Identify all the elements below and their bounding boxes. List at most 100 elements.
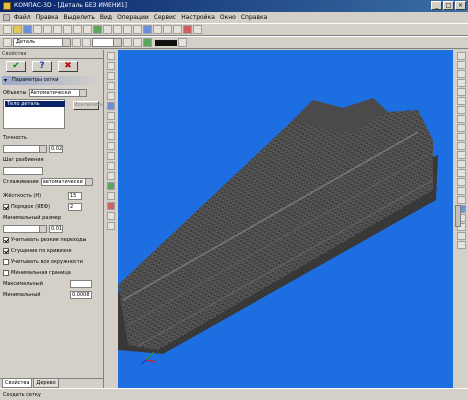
vertical-scrollbar[interactable] — [455, 205, 461, 227]
min-boundary-checkbox[interactable] — [3, 269, 9, 276]
open-folder-icon[interactable] — [13, 25, 22, 34]
help-button[interactable]: ? — [32, 61, 52, 72]
undo-icon[interactable] — [73, 25, 82, 34]
extrude-icon[interactable] — [107, 102, 115, 110]
zoom-in-icon[interactable] — [103, 25, 112, 34]
close-button[interactable]: × — [455, 1, 466, 10]
style-combo[interactable] — [92, 38, 122, 47]
sheet-icon[interactable] — [456, 187, 466, 195]
menu-edit[interactable]: Правка — [36, 12, 59, 23]
play-icon[interactable] — [143, 38, 152, 47]
shaded-icon[interactable] — [153, 25, 162, 34]
tab-properties[interactable]: Свойства — [2, 379, 33, 388]
table-icon[interactable] — [456, 196, 466, 204]
zoom-out-icon[interactable] — [113, 25, 122, 34]
min-size-mode-select[interactable] — [3, 224, 47, 233]
exclude-button[interactable]: Исключить — [73, 101, 103, 110]
view-iso-icon[interactable] — [456, 106, 466, 114]
view-front-icon[interactable] — [456, 52, 466, 60]
print-icon[interactable] — [33, 25, 42, 34]
revolve-icon[interactable] — [107, 112, 115, 120]
hide-icon[interactable] — [456, 115, 466, 123]
properties-icon[interactable] — [193, 25, 202, 34]
sharp-transitions-checkbox[interactable] — [3, 236, 9, 243]
list-item[interactable]: Тело деталь — [5, 101, 65, 107]
menu-window[interactable]: Окно — [220, 12, 236, 23]
delete-icon[interactable] — [107, 202, 115, 210]
select-icon[interactable] — [3, 38, 12, 47]
new-file-icon[interactable] — [3, 25, 12, 34]
shell-icon[interactable] — [107, 142, 115, 150]
menu-view[interactable]: Вид — [100, 12, 112, 23]
rotate-icon[interactable] — [133, 25, 142, 34]
library-icon[interactable] — [456, 232, 466, 240]
minimize-button[interactable]: _ — [431, 1, 442, 10]
material-icon[interactable] — [456, 142, 466, 150]
order-input[interactable]: 2 — [68, 202, 82, 211]
stop-icon[interactable] — [183, 25, 192, 34]
axis-icon[interactable] — [107, 92, 115, 100]
section-title[interactable]: Параметры сетки — [2, 76, 101, 85]
point-icon[interactable] — [107, 52, 115, 60]
zoom-window-icon[interactable] — [456, 178, 466, 186]
layer-icon[interactable] — [72, 38, 81, 47]
show-icon[interactable] — [456, 124, 466, 132]
tab-tree[interactable]: Дерево — [33, 379, 59, 388]
sweep-icon[interactable] — [107, 122, 115, 130]
orientation-icon[interactable] — [143, 25, 152, 34]
view-right-icon[interactable] — [456, 97, 466, 105]
view-top-icon[interactable] — [456, 70, 466, 78]
check-icon[interactable] — [107, 182, 115, 190]
objects-mode-select[interactable]: Автоматически — [28, 88, 87, 97]
step-input[interactable] — [3, 166, 43, 175]
snap-icon[interactable] — [123, 38, 132, 47]
redo-icon[interactable] — [83, 25, 92, 34]
save-icon[interactable] — [23, 25, 32, 34]
rebuild-icon[interactable] — [93, 25, 102, 34]
order-checkbox[interactable] — [3, 203, 9, 210]
stiffness-input[interactable]: 15 — [68, 191, 82, 200]
menu-operations[interactable]: Операции — [117, 12, 149, 23]
loft-icon[interactable] — [107, 132, 115, 140]
accuracy-mode-select[interactable] — [3, 144, 47, 153]
view-left-icon[interactable] — [456, 88, 466, 96]
maximize-button[interactable]: □ — [443, 1, 454, 10]
refresh-icon[interactable] — [456, 169, 466, 177]
view-bottom-icon[interactable] — [456, 79, 466, 87]
view-back-icon[interactable] — [456, 61, 466, 69]
grid-icon[interactable] — [133, 38, 142, 47]
ok-button[interactable]: ✔ — [6, 61, 26, 72]
line-icon[interactable] — [107, 62, 115, 70]
light-icon[interactable] — [456, 133, 466, 141]
objects-list[interactable]: Тело деталь — [3, 99, 65, 129]
paste-icon[interactable] — [63, 25, 72, 34]
color-dropdown-icon[interactable] — [178, 38, 187, 47]
arc-icon[interactable] — [107, 72, 115, 80]
camera-icon[interactable] — [456, 151, 466, 159]
plane-icon[interactable] — [107, 82, 115, 90]
color-swatch[interactable] — [155, 39, 177, 46]
view-combo[interactable]: Деталь — [13, 38, 71, 47]
filter-icon[interactable] — [82, 38, 91, 47]
menu-select[interactable]: Выделить — [63, 12, 94, 23]
fillet-icon[interactable] — [107, 152, 115, 160]
circles-checkbox[interactable] — [3, 258, 9, 265]
min-size-input[interactable]: 0.01 — [49, 224, 63, 233]
chamfer-icon[interactable] — [107, 162, 115, 170]
smoothing-select[interactable]: автоматически — [40, 177, 93, 186]
measure-icon[interactable] — [107, 212, 115, 220]
wireframe-icon[interactable] — [163, 25, 172, 34]
pan-icon[interactable] — [123, 25, 132, 34]
copy-icon[interactable] — [53, 25, 62, 34]
mesh-icon[interactable] — [107, 192, 115, 200]
menu-file[interactable]: Файл — [14, 12, 31, 23]
fit-icon[interactable] — [456, 160, 466, 168]
accuracy-input[interactable]: 0.02 — [49, 144, 63, 153]
curvature-checkbox[interactable] — [3, 247, 9, 254]
cut-icon[interactable] — [43, 25, 52, 34]
3d-viewport[interactable] — [118, 50, 453, 388]
max-input[interactable] — [70, 279, 92, 288]
min-input[interactable]: 0.0008 — [70, 290, 92, 299]
hole-icon[interactable] — [107, 172, 115, 180]
settings-icon[interactable] — [456, 241, 466, 249]
